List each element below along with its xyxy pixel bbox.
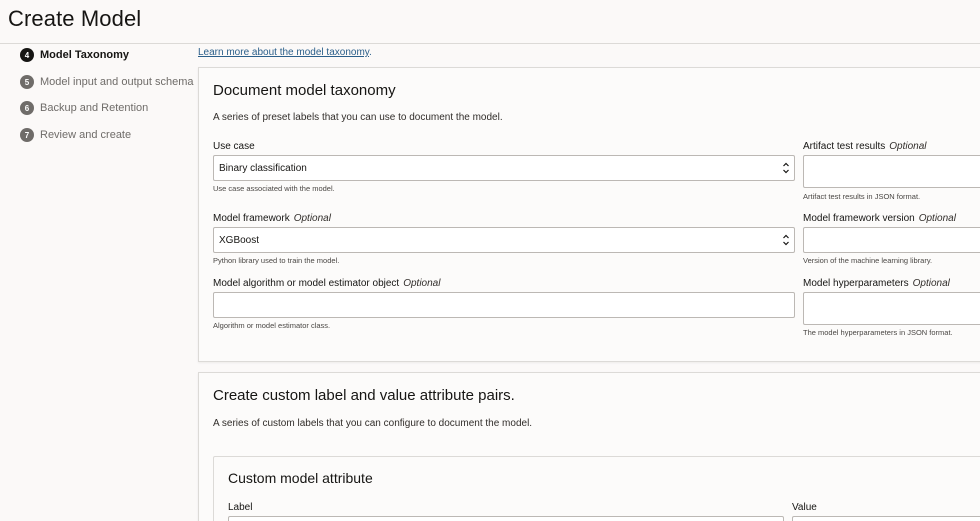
attribute-label-label: Label bbox=[228, 502, 253, 513]
learn-more-link[interactable]: Learn more about the model taxonomy bbox=[198, 47, 369, 58]
custom-attributes-description: A series of custom labels that you can c… bbox=[213, 418, 533, 429]
hyperparameters-label: Model hyperparameters Optional bbox=[803, 278, 950, 289]
model-algorithm-input[interactable] bbox=[213, 292, 795, 318]
framework-version-label: Model framework version Optional bbox=[803, 213, 956, 224]
taxonomy-title: Document model taxonomy bbox=[213, 82, 396, 99]
step-label: Model input and output schema bbox=[40, 76, 194, 88]
model-framework-label: Model framework Optional bbox=[213, 213, 331, 224]
step-label: Backup and Retention bbox=[40, 102, 149, 114]
model-framework-label-text: Model framework bbox=[213, 213, 290, 224]
learn-more-suffix: . bbox=[369, 47, 372, 58]
framework-version-input[interactable] bbox=[803, 227, 980, 253]
page-header: Create Model bbox=[0, 0, 980, 44]
step-label: Model Taxonomy bbox=[40, 49, 130, 61]
taxonomy-description: A series of preset labels that you can u… bbox=[213, 112, 503, 123]
custom-attributes-panel: Create custom label and value attribute … bbox=[198, 372, 980, 521]
attribute-value-input[interactable] bbox=[792, 516, 980, 521]
up-down-chevron-icon bbox=[783, 162, 789, 174]
model-framework-value: XGBoost bbox=[219, 234, 260, 246]
page-title: Create Model bbox=[8, 6, 142, 31]
model-algorithm-help: Algorithm or model estimator class. bbox=[213, 321, 331, 330]
up-down-chevron-icon bbox=[783, 234, 789, 246]
use-case-help: Use case associated with the model. bbox=[213, 184, 335, 193]
use-case-value: Binary classification bbox=[219, 162, 307, 174]
artifact-test-results-input[interactable] bbox=[803, 155, 980, 188]
optional-tag: Optional bbox=[293, 213, 331, 224]
step-backup-retention[interactable]: 6 Backup and Retention bbox=[20, 99, 148, 117]
artifact-test-results-help: Artifact test results in JSON format. bbox=[803, 192, 921, 201]
step-number: 4 bbox=[20, 48, 34, 62]
step-number: 5 bbox=[20, 75, 34, 89]
learn-more-text: Learn more about the model taxonomy. bbox=[198, 47, 372, 58]
step-review-create[interactable]: 7 Review and create bbox=[20, 126, 131, 144]
model-algorithm-label: Model algorithm or model estimator objec… bbox=[213, 278, 440, 289]
optional-tag: Optional bbox=[889, 141, 927, 152]
artifact-test-results-label-text: Artifact test results bbox=[803, 141, 886, 152]
step-model-schema[interactable]: 5 Model input and output schema bbox=[20, 73, 194, 91]
step-label: Review and create bbox=[40, 129, 132, 141]
framework-version-help: Version of the machine learning library. bbox=[803, 256, 933, 265]
optional-tag: Optional bbox=[918, 213, 956, 224]
step-number: 7 bbox=[20, 128, 34, 142]
taxonomy-panel: Document model taxonomy A series of pres… bbox=[198, 67, 980, 362]
framework-version-label-text: Model framework version bbox=[803, 213, 915, 224]
step-model-taxonomy[interactable]: 4 Model Taxonomy bbox=[20, 46, 129, 64]
model-framework-select[interactable]: XGBoost bbox=[213, 227, 795, 253]
hyperparameters-help: The model hyperparameters in JSON format… bbox=[803, 328, 953, 337]
artifact-test-results-label: Artifact test results Optional bbox=[803, 141, 927, 152]
step-number: 6 bbox=[20, 101, 34, 115]
use-case-label: Use case bbox=[213, 141, 255, 152]
model-framework-help: Python library used to train the model. bbox=[213, 256, 340, 265]
use-case-label-text: Use case bbox=[213, 141, 255, 152]
custom-attribute-card: Custom model attribute Label Value bbox=[213, 456, 980, 521]
use-case-select[interactable]: Binary classification bbox=[213, 155, 795, 181]
custom-attribute-title: Custom model attribute bbox=[228, 470, 373, 486]
hyperparameters-label-text: Model hyperparameters bbox=[803, 278, 909, 289]
attribute-value-label: Value bbox=[792, 502, 817, 513]
optional-tag: Optional bbox=[912, 278, 950, 289]
attribute-label-input[interactable] bbox=[228, 516, 784, 521]
custom-attributes-title: Create custom label and value attribute … bbox=[213, 387, 515, 404]
model-algorithm-label-text: Model algorithm or model estimator objec… bbox=[213, 278, 400, 289]
optional-tag: Optional bbox=[403, 278, 441, 289]
hyperparameters-input[interactable] bbox=[803, 292, 980, 325]
wizard-steps: 4 Model Taxonomy 5 Model input and outpu… bbox=[0, 44, 196, 521]
